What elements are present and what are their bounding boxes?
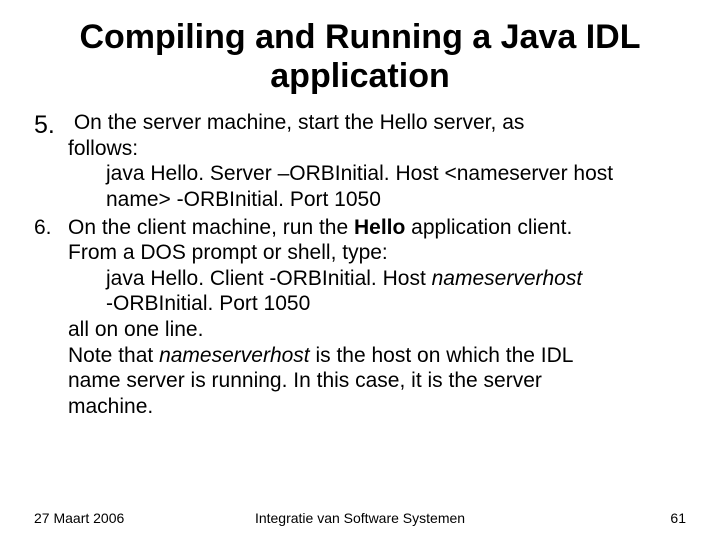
- item-body: On the client machine, run the Hello app…: [68, 215, 686, 420]
- slide-body: 5. On the server machine, start the Hell…: [34, 110, 686, 419]
- text: Note that: [68, 344, 159, 367]
- code-line: -ORBInitial. Port 1050: [68, 291, 686, 317]
- slide-title: Compiling and Running a Java IDL applica…: [34, 18, 686, 96]
- item-number: 6.: [34, 215, 68, 420]
- code-line: java Hello. Client -ORBInitial. Host nam…: [68, 266, 686, 292]
- text: java Hello. Client -ORBInitial. Host: [106, 267, 432, 290]
- item-number: 5.: [34, 110, 68, 212]
- footer-date: 27 Maart 2006: [34, 510, 124, 526]
- text: all on one line.: [68, 317, 686, 343]
- code-line: name> -ORBInitial. Port 1050: [68, 187, 686, 213]
- code-line: java Hello. Server –ORBInitial. Host <na…: [68, 161, 686, 187]
- slide-footer: 27 Maart 2006 Integratie van Software Sy…: [34, 510, 686, 526]
- item-body: On the server machine, start the Hello s…: [68, 110, 686, 212]
- list-item: 5. On the server machine, start the Hell…: [34, 110, 686, 212]
- bold-text: Hello: [354, 216, 405, 239]
- text: From a DOS prompt or shell, type:: [68, 240, 686, 266]
- text: On the client machine, run the: [68, 216, 354, 239]
- list-item: 6. On the client machine, run the Hello …: [34, 215, 686, 420]
- text: is the host on which the IDL: [310, 344, 574, 367]
- text: On the server machine, start the Hello s…: [74, 111, 525, 134]
- italic-text: nameserverhost: [159, 344, 310, 367]
- text: name server is running. In this case, it…: [68, 368, 686, 394]
- footer-title: Integratie van Software Systemen: [34, 510, 686, 526]
- italic-text: nameserverhost: [432, 267, 583, 290]
- text: application client.: [405, 216, 572, 239]
- page-number: 61: [670, 510, 686, 526]
- text: follows:: [68, 136, 686, 162]
- text: machine.: [68, 394, 686, 420]
